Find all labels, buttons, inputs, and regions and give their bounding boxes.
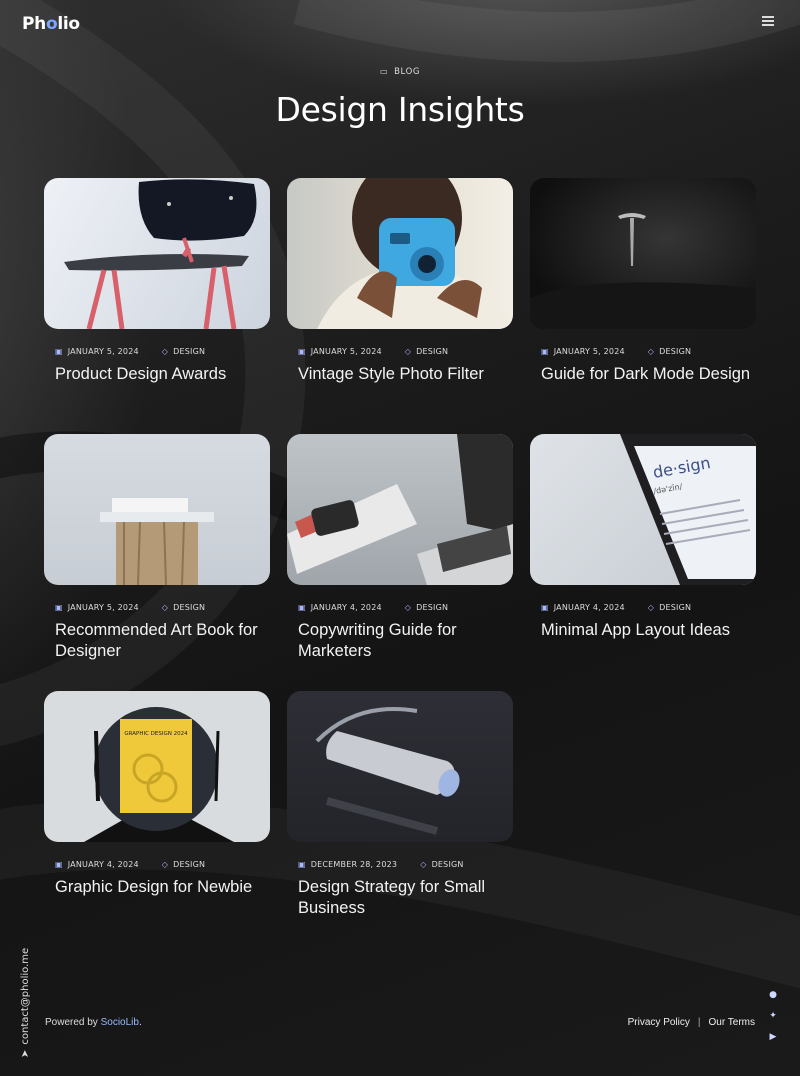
post-date: JANUARY 4, 2024 <box>310 603 382 612</box>
post-thumbnail[interactable] <box>287 178 513 329</box>
hamburger-icon[interactable] <box>762 16 774 26</box>
post-meta: ▣ JANUARY 4, 2024 ◇ DESIGN <box>530 603 756 612</box>
post-date: JANUARY 4, 2024 <box>553 603 625 612</box>
post-category[interactable]: DESIGN <box>173 860 205 869</box>
post-title[interactable]: Design Strategy for Small Business <box>287 877 513 919</box>
post-card[interactable]: de·sign /də'zīn/ ▣ JANUARY 4, 2024 ◇ DESIGN… <box>530 434 756 641</box>
page-title: Design Insights <box>275 90 525 129</box>
sociolib-link[interactable]: SocioLib <box>101 1017 139 1028</box>
contact-email[interactable]: ➤ contact@pholio.me <box>20 948 32 1058</box>
post-thumbnail[interactable]: de·sign /də'zīn/ <box>530 434 756 585</box>
post-meta: ▣ JANUARY 4, 2024 ◇ DESIGN <box>44 860 270 869</box>
calendar-icon: ▣ <box>55 347 63 356</box>
calendar-icon: ▣ <box>298 860 306 869</box>
tag-icon: ◇ <box>404 347 412 356</box>
folder-icon: ▭ <box>379 67 389 76</box>
post-meta: ▣ JANUARY 5, 2024 ◇ DESIGN <box>287 347 513 356</box>
post-title[interactable]: Recommended Art Book for Designer <box>44 620 270 662</box>
breadcrumb: ▭ BLOG <box>0 67 800 77</box>
calendar-icon: ▣ <box>298 347 306 356</box>
tag-icon: ◇ <box>161 603 169 612</box>
post-card[interactable]: ▣ DECEMBER 28, 2023 ◇ DESIGN Design Strateg… <box>287 691 513 919</box>
send-icon: ➤ <box>20 1049 31 1058</box>
post-card[interactable]: ▣ JANUARY 5, 2024 ◇ DESIGN Recommended Art … <box>44 434 270 662</box>
post-meta: ▣ JANUARY 4, 2024 ◇ DESIGN <box>287 603 513 612</box>
post-thumbnail[interactable] <box>287 691 513 842</box>
post-title[interactable]: Guide for Dark Mode Design <box>530 364 756 385</box>
footer-links: Privacy Policy | Our Terms <box>628 1017 755 1028</box>
post-card[interactable]: GRAPHIC DESIGN 2024 ▣ JANUARY 4, 2024 ◇ DES… <box>44 691 270 898</box>
post-category[interactable]: DESIGN <box>659 603 691 612</box>
post-card[interactable]: ▣ JANUARY 5, 2024 ◇ DESIGN Product Design A… <box>44 178 270 385</box>
post-card[interactable]: ▣ JANUARY 5, 2024 ◇ DESIGN Vintage Style Ph… <box>287 178 513 385</box>
post-thumbnail[interactable]: GRAPHIC DESIGN 2024 <box>44 691 270 842</box>
tag-icon: ◇ <box>647 603 655 612</box>
social-links: ● ✦ ▶ <box>768 990 778 1042</box>
tag-icon: ◇ <box>161 347 169 356</box>
post-category[interactable]: DESIGN <box>659 347 691 356</box>
twitter-icon[interactable]: ✦ <box>768 1011 778 1021</box>
post-thumbnail[interactable] <box>44 434 270 585</box>
breadcrumb-label: BLOG <box>394 67 421 77</box>
post-date: DECEMBER 28, 2023 <box>310 860 398 869</box>
post-card[interactable]: ▣ JANUARY 5, 2024 ◇ DESIGN Guide for Dark M… <box>530 178 756 385</box>
post-date: JANUARY 5, 2024 <box>310 347 382 356</box>
post-thumbnail[interactable] <box>287 434 513 585</box>
tag-icon: ◇ <box>161 860 169 869</box>
facebook-icon[interactable]: ● <box>768 990 778 1000</box>
tag-icon: ◇ <box>404 603 412 612</box>
calendar-icon: ▣ <box>541 603 549 612</box>
brand-logo-accent: o <box>45 14 58 34</box>
post-category[interactable]: DESIGN <box>173 603 205 612</box>
post-date: JANUARY 5, 2024 <box>67 603 139 612</box>
post-category[interactable]: DESIGN <box>173 347 205 356</box>
post-title[interactable]: Product Design Awards <box>44 364 270 385</box>
post-card[interactable]: ▣ JANUARY 4, 2024 ◇ DESIGN Copywriting Guid… <box>287 434 513 662</box>
thumbnail-book-title: GRAPHIC DESIGN 2024 <box>124 731 188 737</box>
calendar-icon: ▣ <box>55 860 63 869</box>
tag-icon: ◇ <box>647 347 655 356</box>
post-meta: ▣ DECEMBER 28, 2023 ◇ DESIGN <box>287 860 513 869</box>
post-category[interactable]: DESIGN <box>416 347 448 356</box>
post-meta: ▣ JANUARY 5, 2024 ◇ DESIGN <box>530 347 756 356</box>
post-date: JANUARY 4, 2024 <box>67 860 139 869</box>
brand-logo[interactable]: Pholio <box>22 14 80 34</box>
footer-link-separator: | <box>697 1017 701 1028</box>
post-meta: ▣ JANUARY 5, 2024 ◇ DESIGN <box>44 603 270 612</box>
calendar-icon: ▣ <box>541 347 549 356</box>
post-title[interactable]: Vintage Style Photo Filter <box>287 364 513 385</box>
tag-icon: ◇ <box>420 860 427 869</box>
post-date: JANUARY 5, 2024 <box>67 347 139 356</box>
post-category[interactable]: DESIGN <box>416 603 448 612</box>
post-title[interactable]: Minimal App Layout Ideas <box>530 620 756 641</box>
post-title[interactable]: Copywriting Guide for Marketers <box>287 620 513 662</box>
post-thumbnail[interactable] <box>44 178 270 329</box>
post-meta: ▣ JANUARY 5, 2024 ◇ DESIGN <box>44 347 270 356</box>
our-terms-link[interactable]: Our Terms <box>709 1017 756 1028</box>
post-title[interactable]: Graphic Design for Newbie <box>44 877 270 898</box>
calendar-icon: ▣ <box>55 603 63 612</box>
privacy-policy-link[interactable]: Privacy Policy <box>628 1017 690 1028</box>
calendar-icon: ▣ <box>298 603 306 612</box>
contact-email-text[interactable]: contact@pholio.me <box>20 948 31 1045</box>
post-date: JANUARY 5, 2024 <box>553 347 625 356</box>
post-thumbnail[interactable] <box>530 178 756 329</box>
powered-by: Powered by SocioLib. <box>45 1017 142 1028</box>
post-category[interactable]: DESIGN <box>432 860 464 869</box>
youtube-icon[interactable]: ▶ <box>768 1032 778 1042</box>
